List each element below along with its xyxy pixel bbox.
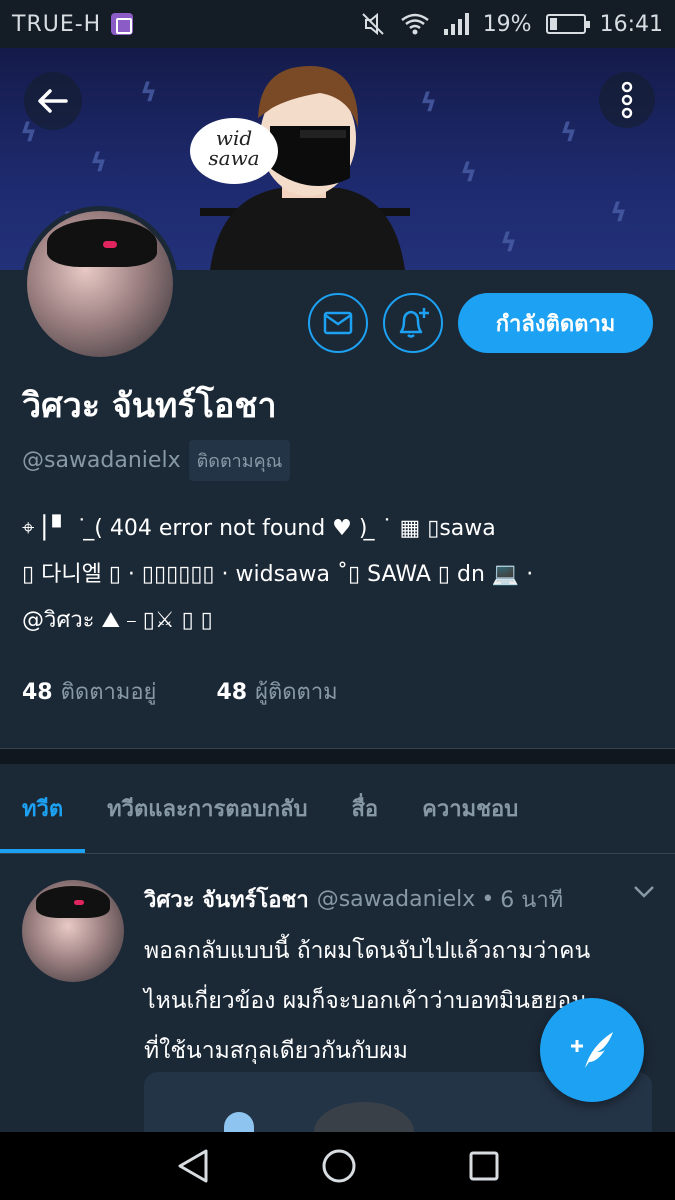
profile-stats: 48 ติดตามอยู่ 48 ผู้ติดตาม bbox=[22, 674, 338, 709]
wifi-icon bbox=[400, 13, 429, 35]
more-vertical-icon bbox=[621, 81, 633, 119]
bio-line-3: @วิศวะ ⛰ ⎯ ▯⚔ ▯ ▯ bbox=[22, 608, 213, 633]
tab-likes[interactable]: ความชอบ bbox=[400, 764, 540, 852]
tweet-timestamp: 6 นาที bbox=[500, 888, 564, 913]
battery-percent: 19% bbox=[482, 11, 532, 37]
back-triangle-icon[interactable] bbox=[176, 1148, 210, 1184]
follows-you-badge: ติดตามคุณ bbox=[188, 440, 291, 481]
clock: 16:41 bbox=[599, 11, 663, 37]
tweet-avatar[interactable] bbox=[22, 880, 124, 982]
back-button[interactable] bbox=[24, 72, 82, 130]
tab-tweets[interactable]: ทวีต bbox=[0, 764, 86, 853]
status-bar: TRUE-H 19% 16:41 bbox=[0, 0, 675, 48]
followers-count: 48 bbox=[216, 680, 248, 705]
profile-tabs: ทวีต ทวีตและการตอบกลับ สื่อ ความชอบ bbox=[0, 764, 675, 854]
back-arrow-icon bbox=[38, 89, 68, 113]
tab-media[interactable]: สื่อ bbox=[330, 764, 401, 852]
compose-tweet-button[interactable] bbox=[540, 998, 644, 1102]
tweet-separator: • bbox=[481, 887, 495, 912]
banner-speech-bubble: wid sawa bbox=[190, 118, 278, 184]
home-circle-icon[interactable] bbox=[321, 1148, 357, 1184]
following-label: ติดตามอยู่ bbox=[60, 680, 157, 705]
tweet-author-handle: @sawadanielx bbox=[316, 887, 476, 912]
profile-handle: @sawadanielx bbox=[22, 448, 181, 473]
profile-bio: ⌖ ⎢▘ ˙ ̲( 404 error not found ♥ ) ̲ ˙ ▦ … bbox=[22, 506, 657, 644]
bio-line-2: ▯ 다니엘 ▯ · ▯▯▯▯▯▯ · widsawa ˚▯ SAWA ▯ dn … bbox=[22, 562, 534, 587]
tab-tweets-and-replies[interactable]: ทวีตและการตอบกลับ bbox=[85, 764, 329, 852]
following-stat[interactable]: 48 ติดตามอยู่ bbox=[22, 674, 156, 709]
profile-avatar[interactable] bbox=[22, 206, 178, 362]
notifications-button[interactable] bbox=[383, 293, 443, 353]
banner-speech-line2: sawa bbox=[208, 146, 260, 170]
following-count: 48 bbox=[22, 680, 53, 705]
battery-icon bbox=[545, 14, 590, 34]
signal-icon bbox=[443, 13, 469, 35]
handle-row: @sawadanielx ติดตามคุณ bbox=[22, 440, 291, 481]
tweet-author-name: วิศวะ จันทร์โอชา bbox=[144, 888, 309, 913]
section-divider bbox=[0, 748, 675, 764]
android-navigation-bar bbox=[0, 1132, 675, 1200]
tweet-text-line-1: พอลกลับแบบนี้ ถ้าผมโดนจับไปแล้วถามว่าคน bbox=[144, 938, 591, 964]
following-button[interactable]: กำลังติดตาม bbox=[458, 293, 653, 353]
recents-square-icon[interactable] bbox=[468, 1150, 500, 1182]
chevron-down-icon bbox=[634, 886, 654, 898]
mute-icon bbox=[361, 12, 384, 36]
tweet-menu-button[interactable] bbox=[633, 884, 655, 903]
mail-icon bbox=[323, 311, 353, 335]
carrier-label: TRUE-H bbox=[12, 11, 102, 37]
compose-feather-icon bbox=[571, 1032, 613, 1068]
bio-line-1: ⌖ ⎢▘ ˙ ̲( 404 error not found ♥ ) ̲ ˙ ▦ … bbox=[22, 516, 496, 541]
direct-message-button[interactable] bbox=[308, 293, 368, 353]
profile-display-name: วิศวะ จันทร์โอชา bbox=[22, 386, 277, 426]
followers-label: ผู้ติดตาม bbox=[255, 680, 338, 705]
bell-plus-icon bbox=[399, 308, 429, 338]
followers-stat[interactable]: 48 ผู้ติดตาม bbox=[216, 674, 337, 709]
more-options-button[interactable] bbox=[599, 72, 655, 128]
tweet-header: วิศวะ จันทร์โอชา @sawadanielx • 6 นาที bbox=[144, 882, 654, 917]
gallery-notification-icon bbox=[111, 13, 134, 35]
